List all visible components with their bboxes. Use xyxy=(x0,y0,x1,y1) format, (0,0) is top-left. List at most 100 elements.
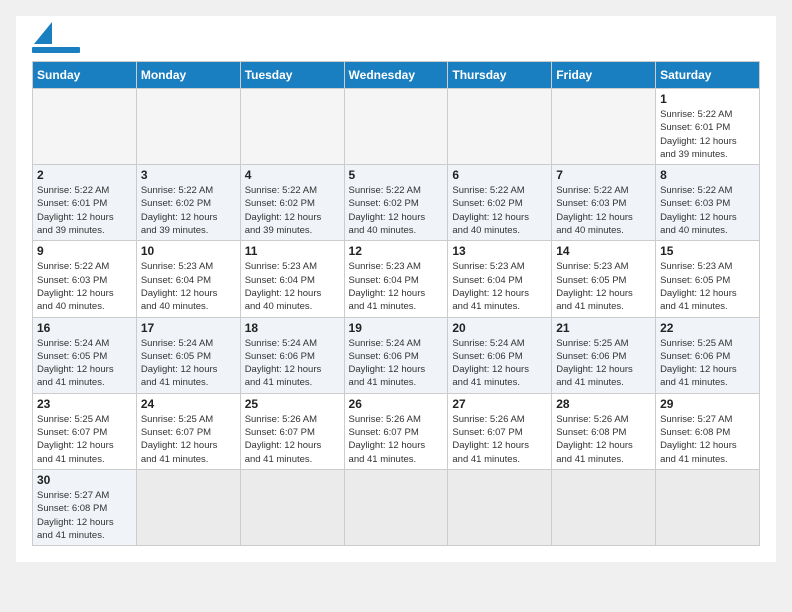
weekday-header-sunday: Sunday xyxy=(33,62,137,89)
day-number: 29 xyxy=(660,397,755,411)
calendar-cell: 1 Sunrise: 5:22 AMSunset: 6:01 PMDaylight… xyxy=(656,89,760,165)
calendar-cell: 23Sunrise: 5:25 AMSunset: 6:07 PMDayligh… xyxy=(33,393,137,469)
calendar-cell: 18Sunrise: 5:24 AMSunset: 6:06 PMDayligh… xyxy=(240,317,344,393)
day-info: Sunrise: 5:24 AMSunset: 6:06 PMDaylight:… xyxy=(452,337,547,390)
day-number: 4 xyxy=(245,168,340,182)
calendar-cell: 30 Sunrise: 5:27 AMSunset: 6:08 PMDayligh… xyxy=(33,469,137,545)
calendar-cell xyxy=(656,469,760,545)
calendar-cell: 15 Sunrise: 5:23 AMSunset: 6:05 PMDayligh… xyxy=(656,241,760,317)
day-number: 18 xyxy=(245,321,340,335)
calendar-cell: 9 Sunrise: 5:22 AMSunset: 6:03 PMDaylight… xyxy=(33,241,137,317)
calendar-table: SundayMondayTuesdayWednesdayThursdayFrid… xyxy=(32,61,760,546)
day-number: 10 xyxy=(141,244,236,258)
calendar-cell: 20 Sunrise: 5:24 AMSunset: 6:06 PMDayligh… xyxy=(448,317,552,393)
calendar-cell: 16Sunrise: 5:24 AMSunset: 6:05 PMDayligh… xyxy=(33,317,137,393)
day-number: 25 xyxy=(245,397,340,411)
day-number: 22 xyxy=(660,321,755,335)
day-info: Sunrise: 5:26 AMSunset: 6:07 PMDaylight:… xyxy=(349,413,444,466)
calendar-row-4: 23Sunrise: 5:25 AMSunset: 6:07 PMDayligh… xyxy=(33,393,760,469)
calendar-cell: 12Sunrise: 5:23 AMSunset: 6:04 PMDayligh… xyxy=(344,241,448,317)
day-number: 3 xyxy=(141,168,236,182)
day-info: Sunrise: 5:22 AMSunset: 6:01 PMDaylight:… xyxy=(37,184,132,237)
day-info: Sunrise: 5:22 AMSunset: 6:02 PMDaylight:… xyxy=(141,184,236,237)
calendar-cell xyxy=(33,89,137,165)
day-info: Sunrise: 5:24 AMSunset: 6:05 PMDaylight:… xyxy=(37,337,132,390)
day-number: 2 xyxy=(37,168,132,182)
day-number: 28 xyxy=(556,397,651,411)
day-number: 11 xyxy=(245,244,340,258)
day-number: 19 xyxy=(349,321,444,335)
day-info: Sunrise: 5:22 AMSunset: 6:02 PMDaylight:… xyxy=(349,184,444,237)
day-info: Sunrise: 5:26 AMSunset: 6:07 PMDaylight:… xyxy=(452,413,547,466)
calendar-cell: 24 Sunrise: 5:25 AMSunset: 6:07 PMDayligh… xyxy=(136,393,240,469)
day-number: 15 xyxy=(660,244,755,258)
day-number: 30 xyxy=(37,473,132,487)
day-info: Sunrise: 5:23 AMSunset: 6:05 PMDaylight:… xyxy=(660,260,755,313)
day-info: Sunrise: 5:22 AMSunset: 6:02 PMDaylight:… xyxy=(452,184,547,237)
calendar-cell: 6Sunrise: 5:22 AMSunset: 6:02 PMDaylight… xyxy=(448,165,552,241)
calendar-cell: 19 Sunrise: 5:24 AMSunset: 6:06 PMDayligh… xyxy=(344,317,448,393)
calendar-cell: 26Sunrise: 5:26 AMSunset: 6:07 PMDayligh… xyxy=(344,393,448,469)
calendar-row-5: 30 Sunrise: 5:27 AMSunset: 6:08 PMDayligh… xyxy=(33,469,760,545)
day-number: 9 xyxy=(37,244,132,258)
day-number: 1 xyxy=(660,92,755,106)
calendar-cell xyxy=(136,89,240,165)
day-info: Sunrise: 5:22 AMSunset: 6:01 PMDaylight:… xyxy=(660,108,755,161)
day-info: Sunrise: 5:26 AMSunset: 6:08 PMDaylight:… xyxy=(556,413,651,466)
day-number: 20 xyxy=(452,321,547,335)
calendar-cell: 21Sunrise: 5:25 AMSunset: 6:06 PMDayligh… xyxy=(552,317,656,393)
day-info: Sunrise: 5:22 AMSunset: 6:02 PMDaylight:… xyxy=(245,184,340,237)
weekday-header-tuesday: Tuesday xyxy=(240,62,344,89)
logo-triangle-icon xyxy=(34,22,52,44)
day-number: 8 xyxy=(660,168,755,182)
day-number: 14 xyxy=(556,244,651,258)
weekday-header-wednesday: Wednesday xyxy=(344,62,448,89)
calendar-row-1: 2 Sunrise: 5:22 AMSunset: 6:01 PMDaylight… xyxy=(33,165,760,241)
day-info: Sunrise: 5:23 AMSunset: 6:05 PMDaylight:… xyxy=(556,260,651,313)
calendar-body: 1 Sunrise: 5:22 AMSunset: 6:01 PMDaylight… xyxy=(33,89,760,546)
calendar-cell: 8Sunrise: 5:22 AMSunset: 6:03 PMDaylight… xyxy=(656,165,760,241)
day-number: 13 xyxy=(452,244,547,258)
weekday-header-friday: Friday xyxy=(552,62,656,89)
day-info: Sunrise: 5:24 AMSunset: 6:06 PMDaylight:… xyxy=(349,337,444,390)
calendar-row-0: 1 Sunrise: 5:22 AMSunset: 6:01 PMDaylight… xyxy=(33,89,760,165)
weekday-header-row: SundayMondayTuesdayWednesdayThursdayFrid… xyxy=(33,62,760,89)
calendar-page: SundayMondayTuesdayWednesdayThursdayFrid… xyxy=(16,16,776,562)
calendar-cell xyxy=(240,469,344,545)
calendar-row-2: 9 Sunrise: 5:22 AMSunset: 6:03 PMDaylight… xyxy=(33,241,760,317)
calendar-cell: 2 Sunrise: 5:22 AMSunset: 6:01 PMDaylight… xyxy=(33,165,137,241)
day-info: Sunrise: 5:22 AMSunset: 6:03 PMDaylight:… xyxy=(556,184,651,237)
day-number: 17 xyxy=(141,321,236,335)
day-number: 27 xyxy=(452,397,547,411)
calendar-cell xyxy=(448,89,552,165)
day-info: Sunrise: 5:25 AMSunset: 6:07 PMDaylight:… xyxy=(141,413,236,466)
logo-bar xyxy=(32,47,80,53)
calendar-cell: 4 Sunrise: 5:22 AMSunset: 6:02 PMDaylight… xyxy=(240,165,344,241)
day-number: 7 xyxy=(556,168,651,182)
calendar-cell: 3 Sunrise: 5:22 AMSunset: 6:02 PMDaylight… xyxy=(136,165,240,241)
calendar-cell xyxy=(552,469,656,545)
calendar-cell xyxy=(240,89,344,165)
weekday-header-thursday: Thursday xyxy=(448,62,552,89)
calendar-cell: 5 Sunrise: 5:22 AMSunset: 6:02 PMDaylight… xyxy=(344,165,448,241)
day-number: 24 xyxy=(141,397,236,411)
day-info: Sunrise: 5:23 AMSunset: 6:04 PMDaylight:… xyxy=(452,260,547,313)
day-info: Sunrise: 5:25 AMSunset: 6:06 PMDaylight:… xyxy=(660,337,755,390)
day-info: Sunrise: 5:23 AMSunset: 6:04 PMDaylight:… xyxy=(141,260,236,313)
calendar-row-3: 16Sunrise: 5:24 AMSunset: 6:05 PMDayligh… xyxy=(33,317,760,393)
calendar-cell: 11 Sunrise: 5:23 AMSunset: 6:04 PMDayligh… xyxy=(240,241,344,317)
calendar-cell xyxy=(552,89,656,165)
day-info: Sunrise: 5:23 AMSunset: 6:04 PMDaylight:… xyxy=(349,260,444,313)
day-info: Sunrise: 5:23 AMSunset: 6:04 PMDaylight:… xyxy=(245,260,340,313)
calendar-cell xyxy=(344,89,448,165)
day-info: Sunrise: 5:22 AMSunset: 6:03 PMDaylight:… xyxy=(37,260,132,313)
header xyxy=(32,26,760,53)
calendar-cell: 27 Sunrise: 5:26 AMSunset: 6:07 PMDayligh… xyxy=(448,393,552,469)
day-info: Sunrise: 5:26 AMSunset: 6:07 PMDaylight:… xyxy=(245,413,340,466)
calendar-cell xyxy=(344,469,448,545)
day-info: Sunrise: 5:27 AMSunset: 6:08 PMDaylight:… xyxy=(37,489,132,542)
day-number: 5 xyxy=(349,168,444,182)
weekday-header-monday: Monday xyxy=(136,62,240,89)
calendar-cell: 29Sunrise: 5:27 AMSunset: 6:08 PMDayligh… xyxy=(656,393,760,469)
calendar-cell xyxy=(136,469,240,545)
